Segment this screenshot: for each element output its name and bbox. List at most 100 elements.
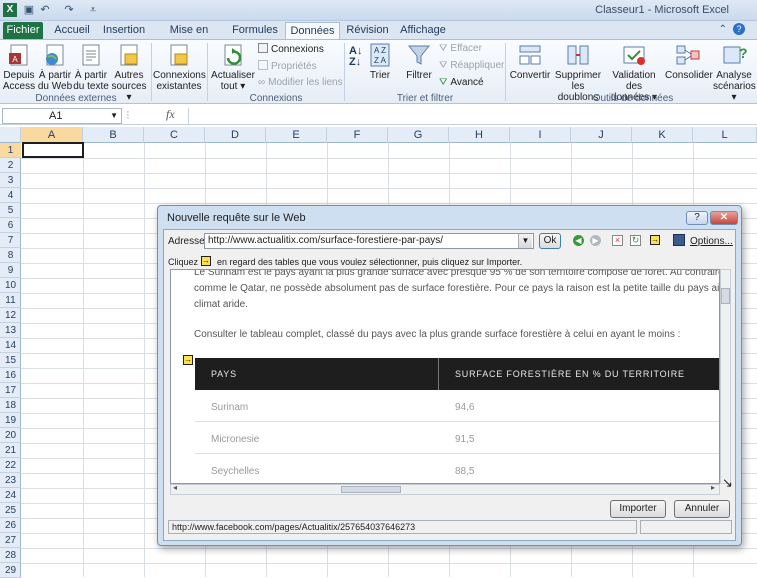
refresh-all-button[interactable]: Actualiser tout ▾ [210, 42, 256, 92]
row-header[interactable]: 3 [0, 173, 21, 188]
row-header[interactable]: 20 [0, 428, 21, 443]
horizontal-scrollbar[interactable]: ◂ ▸ [170, 483, 720, 495]
row-header[interactable]: 19 [0, 413, 21, 428]
save-query-icon[interactable] [673, 234, 685, 246]
row-header[interactable]: 2 [0, 158, 21, 173]
row-header[interactable]: 11 [0, 293, 21, 308]
from-access-button[interactable]: A Depuis Access [2, 42, 36, 92]
column-header[interactable]: K [632, 127, 693, 143]
properties-button[interactable]: Propriétés [258, 60, 317, 73]
select-all-corner[interactable] [0, 127, 21, 143]
web-page-preview[interactable]: Le Surinam est le pays ayant la plus gra… [170, 269, 720, 484]
row-header[interactable]: 7 [0, 233, 21, 248]
column-header[interactable]: L [693, 127, 757, 143]
column-header[interactable]: A [21, 127, 83, 143]
row-header[interactable]: 13 [0, 323, 21, 338]
select-table-arrow-button[interactable]: → [183, 355, 193, 365]
tab-review[interactable]: Révision [345, 22, 390, 39]
row-header[interactable]: 18 [0, 398, 21, 413]
row-header[interactable]: 25 [0, 503, 21, 518]
options-button[interactable]: Options... [690, 236, 733, 247]
column-header[interactable]: B [83, 127, 144, 143]
row-header[interactable]: 5 [0, 203, 21, 218]
sort-az-icon[interactable]: A↓ Z↓ [349, 46, 362, 68]
row-header[interactable]: 14 [0, 338, 21, 353]
back-icon[interactable]: ◀ [573, 235, 584, 246]
column-header[interactable]: C [144, 127, 205, 143]
column-header[interactable]: D [205, 127, 266, 143]
reapply-button[interactable]: ⛛ Réappliquer [439, 60, 504, 72]
row-header[interactable]: 17 [0, 383, 21, 398]
row-header[interactable]: 6 [0, 218, 21, 233]
page-paragraph: climat aride. [194, 299, 248, 310]
scroll-right-icon[interactable]: ▸ [711, 483, 715, 492]
tab-page-layout[interactable]: Mise en page [158, 22, 220, 52]
row-header[interactable]: 29 [0, 563, 21, 578]
stop-icon[interactable]: × [612, 235, 623, 246]
import-button[interactable]: Importer [610, 500, 666, 518]
forward-icon[interactable]: ▶ [590, 235, 601, 246]
row-header[interactable]: 23 [0, 473, 21, 488]
scroll-left-icon[interactable]: ◂ [173, 483, 177, 492]
dialog-close-button[interactable]: ✕ [710, 211, 738, 225]
horizontal-scroll-thumb[interactable] [341, 486, 401, 493]
row-header[interactable]: 16 [0, 368, 21, 383]
row-header[interactable]: 22 [0, 458, 21, 473]
selected-cell[interactable] [22, 142, 84, 158]
column-header[interactable]: I [510, 127, 571, 143]
tab-file[interactable]: Fichier [3, 22, 43, 39]
row-header[interactable]: 4 [0, 188, 21, 203]
row-header[interactable]: 28 [0, 548, 21, 563]
ribbon-minimize-icon[interactable]: ⌃ [719, 24, 727, 35]
insert-function-icon[interactable]: fx [166, 107, 175, 122]
name-box[interactable]: A1 ▼ [2, 108, 122, 124]
other-sources-icon [120, 44, 138, 66]
column-header[interactable]: G [388, 127, 449, 143]
hide-icons-icon[interactable]: → [650, 235, 660, 245]
tab-home[interactable]: Accueil [52, 22, 92, 39]
row-header[interactable]: 27 [0, 533, 21, 548]
help-icon[interactable]: ? [733, 23, 745, 35]
from-web-button[interactable]: À partir du Web [36, 42, 74, 92]
vertical-scrollbar[interactable] [720, 269, 731, 484]
tab-data[interactable]: Données [285, 22, 340, 39]
name-box-dropdown-icon[interactable]: ▼ [110, 109, 118, 123]
tab-formulas[interactable]: Formules [230, 22, 280, 39]
address-input[interactable]: http://www.actualitix.com/surface-forest… [204, 233, 534, 249]
text-to-columns-button[interactable]: Convertir [508, 42, 552, 81]
from-text-button[interactable]: À partir du texte [73, 42, 109, 92]
row-header[interactable]: 26 [0, 518, 21, 533]
tab-view[interactable]: Affichage [397, 22, 449, 39]
row-header[interactable]: 10 [0, 278, 21, 293]
row-header[interactable]: 12 [0, 308, 21, 323]
advanced-filter-button[interactable]: ⛛ Avancé [439, 77, 484, 89]
filter-button[interactable]: Filtrer [404, 42, 434, 81]
column-header[interactable]: F [327, 127, 388, 143]
column-header[interactable]: J [571, 127, 632, 143]
sort-button[interactable]: A ZZ A Trier [367, 42, 393, 81]
clear-filter-button[interactable]: ⛛ Effacer [439, 43, 482, 55]
row-header[interactable]: 9 [0, 263, 21, 278]
refresh-page-icon[interactable]: ↻ [630, 235, 641, 246]
row-header[interactable]: 1 [0, 143, 21, 158]
existing-connections-button[interactable]: Connexions existantes [153, 42, 206, 92]
vertical-scroll-thumb[interactable] [721, 288, 730, 304]
row-header[interactable]: 8 [0, 248, 21, 263]
column-header[interactable]: H [449, 127, 510, 143]
row-header[interactable]: 24 [0, 488, 21, 503]
row-headers: 1 2 3 4 5 6 7 8 9 10 11 12 13 14 15 16 1… [0, 143, 21, 578]
consolidate-button[interactable]: Consolider [665, 42, 713, 81]
edit-links-button[interactable]: ∞ Modifier les liens [258, 77, 343, 89]
row-header[interactable]: 15 [0, 353, 21, 368]
connections-button[interactable]: Connexions [258, 43, 324, 56]
address-dropdown-icon[interactable]: ▼ [518, 234, 532, 248]
cancel-button[interactable]: Annuler [674, 500, 730, 518]
tab-insert[interactable]: Insertion [100, 22, 148, 39]
row-header[interactable]: 21 [0, 443, 21, 458]
column-header[interactable]: E [266, 127, 327, 143]
formula-input[interactable] [188, 108, 757, 124]
table-cell-value: 91,5 [455, 434, 475, 445]
ok-button[interactable]: Ok [539, 233, 561, 249]
dialog-help-button[interactable]: ? [686, 211, 708, 225]
formula-bar-resize-icon[interactable]: ⁝ [126, 108, 146, 124]
